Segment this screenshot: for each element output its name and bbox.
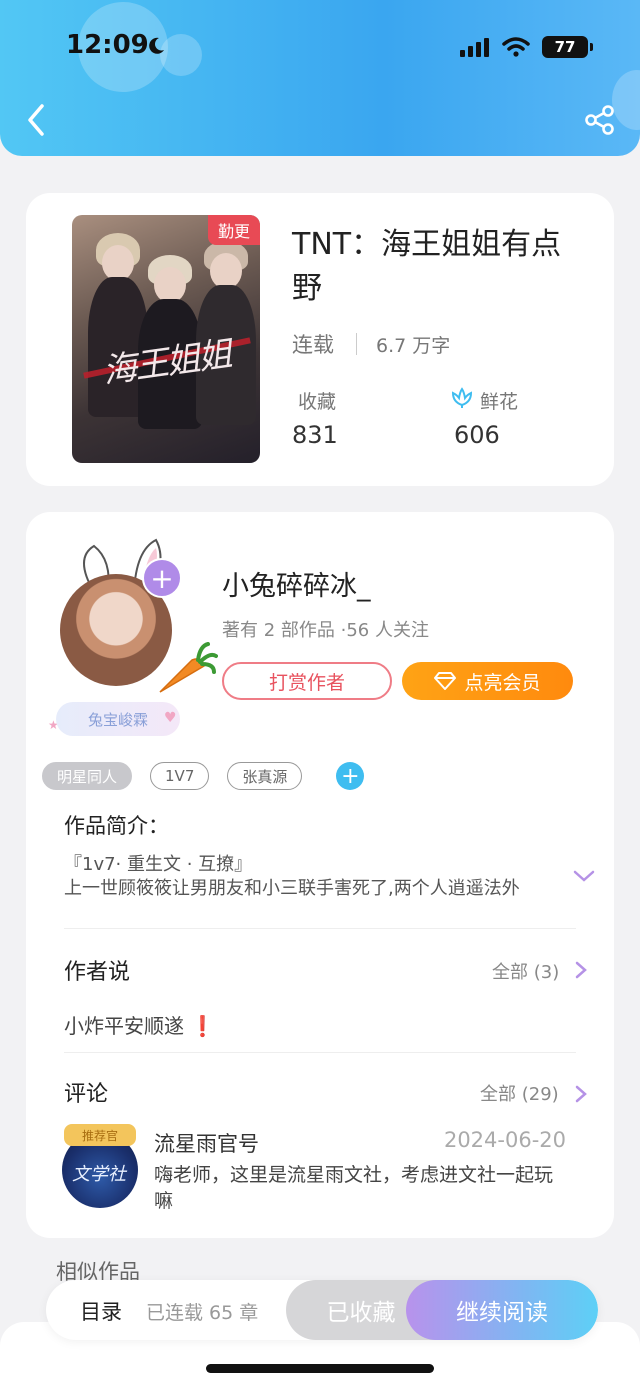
fan-badge: 兔宝峻霖 — [56, 702, 180, 736]
add-tag-button[interactable]: + — [336, 762, 365, 790]
comment-author[interactable]: 流星雨官号 — [154, 1128, 259, 1158]
divider — [356, 333, 357, 355]
chapter-count: 已连载 65 章 — [146, 1302, 259, 1324]
toc-button[interactable]: 目录 — [80, 1296, 122, 1326]
continue-reading-button[interactable]: 继续阅读 — [406, 1280, 598, 1340]
comments-all-link[interactable]: 全部 (29) — [480, 1080, 559, 1106]
favorites-count: 831 — [292, 421, 338, 449]
book-info-card: 海王姐姐 勤更 TNT：海王姐姐有点野 连载 6.7 万字 收藏 831 鲜花 … — [26, 193, 614, 486]
status-time: 12:09 — [66, 30, 149, 60]
author-meta: 著有 2 部作品 ·56 人关注 — [222, 620, 429, 641]
book-title: TNT：海王姐姐有点野 — [292, 227, 562, 306]
tip-author-button[interactable]: 打赏作者 — [222, 662, 392, 700]
top-header: 12:09 77 — [0, 0, 640, 156]
tag-item[interactable]: 张真源 — [227, 762, 303, 790]
vip-label: 点亮会员 — [464, 671, 541, 694]
status-icons: 77 — [460, 36, 593, 58]
header-bubble — [612, 70, 640, 130]
word-count: 6.7 万字 — [376, 335, 451, 357]
diamond-icon — [434, 672, 457, 690]
comment-avatar-art: 文学社 — [72, 1164, 126, 1185]
author-says-text: 小炸平安顺遂 ❗ — [64, 1010, 215, 1039]
author-detail-card: + ★ 兔宝峻霖 ♥ 小兔碎碎冰_ 著有 2 部作品 ·56 人关注 打赏作者 … — [26, 512, 614, 1238]
book-status: 连载 — [292, 333, 334, 357]
chevron-right-icon[interactable] — [574, 1084, 588, 1104]
cover-figure — [210, 253, 242, 289]
follow-plus-button[interactable]: + — [142, 558, 182, 598]
comment-text: 嗨老师，这里是流星雨文社，考虑进文社一起玩嘛 — [154, 1164, 554, 1212]
wifi-icon — [502, 37, 530, 57]
author-avatar-group[interactable]: + — [54, 538, 224, 708]
tag-list: 明星同人 1V7 张真源 + — [42, 762, 365, 790]
tag-item[interactable]: 1V7 — [150, 762, 210, 790]
carrot-icon — [159, 642, 218, 693]
intro-text: 『1v7· 重生文 · 互撩』 — [64, 854, 253, 875]
moon-icon — [149, 37, 164, 54]
flowers-count: 606 — [454, 421, 500, 449]
update-badge: 勤更 — [208, 215, 260, 245]
heart-icon: ♥ — [164, 710, 177, 726]
book-cover[interactable]: 海王姐姐 勤更 — [72, 215, 260, 463]
chevron-right-icon[interactable] — [574, 960, 588, 980]
tag-item[interactable]: 明星同人 — [42, 762, 133, 790]
cover-figure — [102, 245, 134, 281]
author-says-all-link[interactable]: 全部 (3) — [492, 958, 559, 984]
bottom-action-bar: 目录 已连载 65 章 已收藏 继续阅读 — [46, 1280, 598, 1340]
author-says-title: 作者说 — [64, 960, 131, 985]
signal-icon — [460, 38, 489, 57]
divider — [64, 928, 576, 929]
divider — [64, 1052, 576, 1053]
author-says-message: 小炸平安顺遂 — [64, 1014, 184, 1038]
flower-icon[interactable] — [450, 387, 474, 409]
share-icon[interactable] — [584, 104, 616, 136]
author-name[interactable]: 小兔碎碎冰_ — [222, 564, 371, 603]
header-bubble — [160, 34, 202, 76]
intro-title: 作品简介： — [64, 814, 169, 838]
flowers-label: 鲜花 — [480, 391, 519, 413]
favorites-label: 收藏 — [298, 391, 337, 413]
back-icon[interactable] — [22, 102, 52, 138]
intro-text: 上一世顾筱筱让男朋友和小三联手害死了,两个人逍遥法外 — [64, 878, 520, 899]
exclamation-mark: ❗ — [190, 1014, 216, 1038]
expand-icon[interactable] — [572, 868, 596, 884]
cover-figure — [154, 267, 186, 303]
vip-button[interactable]: 点亮会员 — [402, 662, 573, 700]
comment-badge: 推荐官 — [64, 1124, 136, 1146]
comment-date: 2024-06-20 — [443, 1128, 566, 1152]
home-indicator — [206, 1364, 434, 1373]
battery-indicator: 77 — [542, 36, 593, 58]
comments-title: 评论 — [64, 1082, 109, 1107]
